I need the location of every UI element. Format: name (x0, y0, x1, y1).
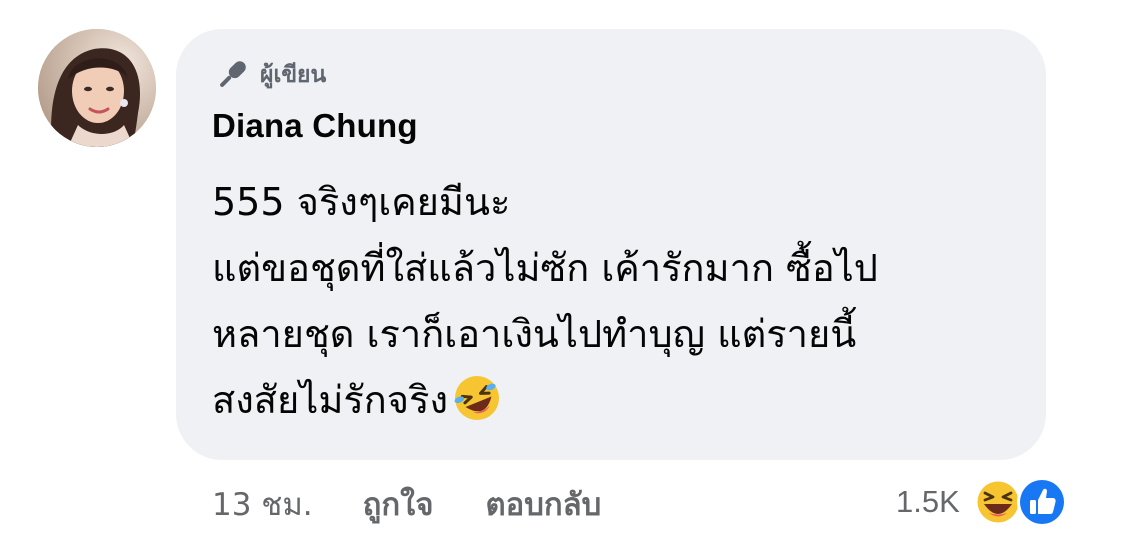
author-badge-label: ผู้เขียน (260, 62, 327, 88)
rolling-on-the-floor-laughing-emoji (454, 376, 500, 420)
comment-line-1: 555 จริงๆเคยมีนะ (212, 180, 511, 224)
comment-line-2: แต่ขอชุดที่ใส่แล้วไม่ซัก เค้ารักมาก ซื้อ… (212, 246, 878, 290)
comment-bubble: ผู้เขียน Diana Chung 555 จริงๆเคยมีนะ แต… (176, 29, 1046, 460)
reaction-icons (974, 476, 1068, 528)
comment-text: 555 จริงๆเคยมีนะ แต่ขอชุดที่ใส่แล้วไม่ซั… (212, 169, 1032, 433)
avatar[interactable] (38, 29, 156, 147)
comment-line-4: สงสัยไม่รักจริง (212, 367, 1032, 433)
like-button[interactable]: ถูกใจ (363, 479, 434, 529)
microphone-icon (220, 61, 246, 87)
comment-container: ผู้เขียน Diana Chung 555 จริงๆเคยมีนะ แต… (0, 0, 1125, 542)
like-icon (1016, 477, 1067, 527)
reaction-count: 1.5K (896, 484, 960, 519)
avatar-photo (38, 29, 156, 147)
reactions-summary[interactable]: 1.5K (896, 474, 1068, 530)
reply-button[interactable]: ตอบกลับ (485, 479, 601, 529)
haha-icon (974, 479, 1021, 525)
comment-line-3: หลายชุด เราก็เอาเงินไปทำบุญ แต่รายนี้ (212, 312, 857, 356)
commenter-name[interactable]: Diana Chung (212, 107, 418, 145)
comment-actions: 13 ชม. ถูกใจ ตอบกลับ (212, 476, 601, 532)
comment-line-4-text: สงสัยไม่รักจริง (212, 378, 449, 422)
comment-timestamp[interactable]: 13 ชม. (212, 479, 313, 529)
author-badge: ผู้เขียน (212, 51, 326, 99)
